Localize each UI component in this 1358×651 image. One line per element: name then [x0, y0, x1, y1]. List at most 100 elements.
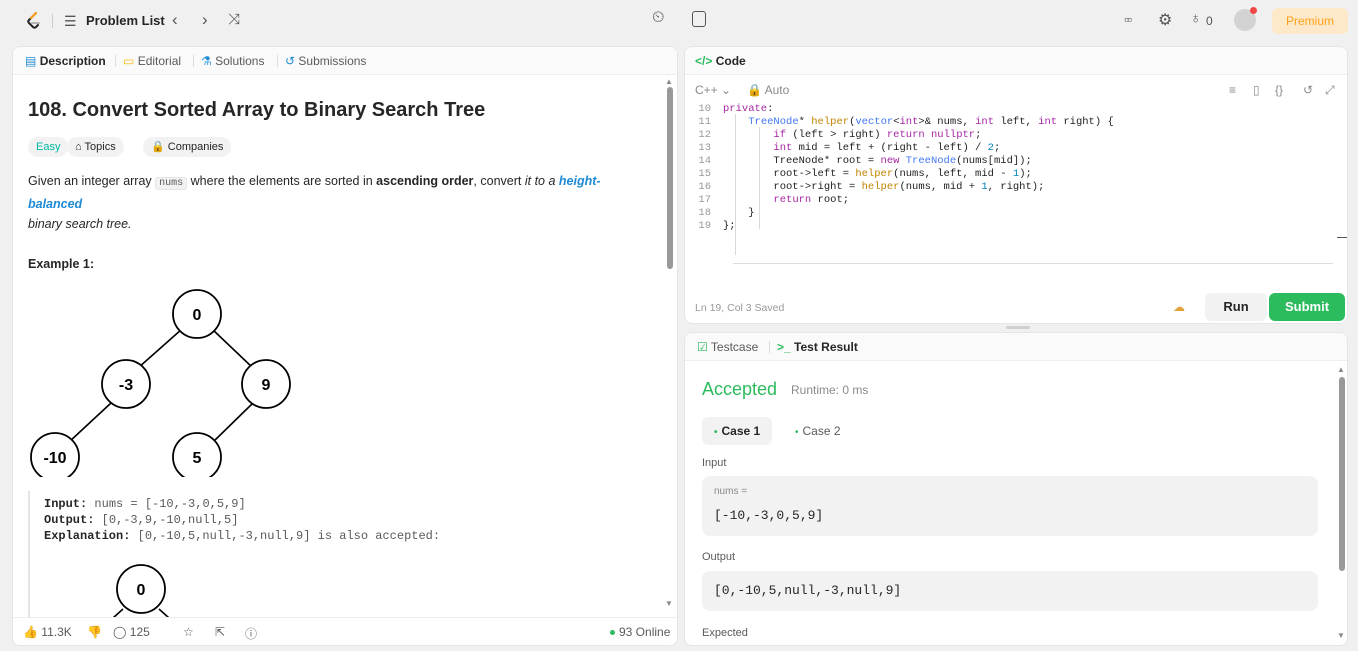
premium-button[interactable]: Premium — [1272, 8, 1348, 34]
leetcode-logo[interactable] — [24, 11, 44, 31]
io-value: [0,-3,9,-10,null,5] — [101, 513, 239, 527]
thumbs-down-icon[interactable]: 👎 — [87, 625, 102, 639]
code-line[interactable]: 13 int mid = left + (right - left) / 2; — [685, 142, 1000, 155]
code-token: (nums, left, mid - — [893, 168, 1013, 180]
scroll-down-arrow[interactable]: ▼ — [665, 599, 673, 608]
desc-text: Given an integer array — [28, 174, 156, 188]
resize-handle[interactable] — [1006, 326, 1030, 329]
online-dot — [610, 630, 615, 635]
format-icon[interactable]: ≡ — [1229, 83, 1236, 97]
problem-description: Given an integer array nums where the el… — [28, 171, 648, 234]
list-icon[interactable]: ☰ — [64, 13, 77, 30]
tab-solutions[interactable]: ⚗ Solutions — [201, 54, 264, 68]
description-tabbar: ▤ Description ▭ Editorial ⚗ Solutions ↺ … — [13, 47, 677, 75]
code-line[interactable]: 11 TreeNode* helper(vector<int>& nums, i… — [685, 116, 1113, 129]
desc-text: , convert — [473, 174, 525, 188]
auto-mode[interactable]: 🔒 Auto — [747, 83, 789, 97]
scroll-up-arrow[interactable]: ▲ — [665, 77, 673, 86]
code-token: mid = left + (right - left) / — [792, 142, 988, 154]
line-number: 10 — [698, 103, 711, 115]
io-value: nums = [-10,-3,0,5,9] — [94, 497, 246, 511]
expand-icon[interactable]: ⤢ — [1325, 83, 1335, 98]
code-line[interactable]: 19}; — [685, 220, 735, 233]
tab-test-result[interactable]: >_ Test Result — [777, 340, 858, 354]
help-icon[interactable]: ⓘ — [245, 625, 257, 642]
code-line[interactable]: 18 } — [685, 207, 754, 220]
timer-icon[interactable]: ⏲ — [652, 9, 664, 27]
topics-chip[interactable]: ⌂ Topics — [67, 137, 124, 157]
braces-icon[interactable]: {} — [1275, 83, 1283, 97]
divider — [769, 341, 770, 353]
code-token: private — [723, 103, 768, 115]
tab-testcase[interactable]: ☑ Testcase — [697, 340, 758, 354]
scrollbar-thumb[interactable] — [667, 87, 673, 269]
example-tree-image: 0 -3 9 -10 5 — [30, 289, 291, 477]
input-value: [-10,-3,0,5,9] — [714, 508, 824, 523]
submit-button[interactable]: Submit — [1269, 293, 1345, 321]
language-select[interactable]: C++ ⌄ — [695, 83, 731, 97]
divider — [193, 55, 194, 67]
chevron-left-icon[interactable]: ‹ — [172, 10, 178, 30]
case-2-tab[interactable]: • Case 2 — [783, 417, 853, 445]
bookmark-icon[interactable]: ▯ — [1253, 83, 1260, 97]
pass-dot: • — [795, 427, 799, 438]
line-number: 12 — [698, 129, 711, 141]
star-icon[interactable]: ☆ — [183, 625, 194, 639]
companies-chip[interactable]: 🔒 Companies — [143, 137, 232, 157]
comment-icon: ◯ — [113, 625, 127, 639]
comment-count: 125 — [129, 625, 150, 639]
code-token: helper — [855, 168, 894, 180]
line-number: 11 — [698, 116, 711, 128]
code-line[interactable]: 15 root->left = helper(nums, left, mid -… — [685, 168, 1031, 181]
share-icon[interactable]: ⇱ — [215, 625, 225, 639]
difficulty-badge: Easy — [28, 137, 69, 157]
code-line[interactable]: 17 return root; — [685, 194, 849, 207]
tab-description[interactable]: ▤ Description — [25, 54, 106, 68]
pass-dot: • — [714, 427, 718, 438]
output-value: [0,-10,5,null,-3,null,9] — [714, 583, 902, 598]
gear-icon[interactable]: ⚙ — [1158, 10, 1172, 30]
scroll-down-arrow[interactable]: ▼ — [1337, 631, 1345, 640]
scroll-up-arrow[interactable]: ▲ — [1337, 365, 1345, 374]
lock-icon: 🔒 — [151, 141, 165, 153]
divider — [52, 14, 53, 28]
hint-icon[interactable]: ☁ — [1173, 300, 1185, 314]
code-line[interactable]: 10 private: — [685, 103, 773, 116]
notes-icon[interactable] — [692, 11, 706, 27]
chevron-down-icon: ⌄ — [721, 83, 732, 97]
scrollbar-thumb[interactable] — [1337, 237, 1347, 238]
description-panel: ▤ Description ▭ Editorial ⚗ Solutions ↺ … — [12, 46, 678, 646]
case-label: Case 1 — [721, 424, 761, 438]
scrollbar-thumb[interactable] — [1339, 377, 1345, 571]
case-label: Case 2 — [802, 424, 841, 438]
fire-icon[interactable]: ♁ — [1190, 10, 1201, 27]
tab-code[interactable]: </> Code — [695, 54, 746, 68]
output-box: [0,-10,5,null,-3,null,9] — [702, 571, 1318, 611]
example-title: Example 1: — [28, 257, 95, 271]
code-editor[interactable]: 10 private: 11 TreeNode* helper(vector<int… — [685, 103, 1335, 283]
runtime: Runtime: 0 ms — [791, 383, 869, 397]
io-value: [0,-10,5,null,-3,null,9] is also accepte… — [137, 529, 441, 543]
reset-icon[interactable]: ↺ — [1303, 83, 1313, 97]
like-button[interactable]: 👍 11.3K — [23, 625, 72, 639]
code-line[interactable]: 12 if (left > right) return nullptr; — [685, 129, 981, 142]
tab-submissions[interactable]: ↺ Submissions — [285, 54, 366, 68]
horizontal-rule — [733, 263, 1333, 264]
node-label: 9 — [262, 377, 271, 394]
case-1-tab[interactable]: • Case 1 — [702, 417, 773, 445]
run-button[interactable]: Run — [1205, 293, 1267, 321]
shuffle-icon[interactable]: ⤨ — [228, 11, 240, 28]
code-line[interactable]: 14 TreeNode* root = new TreeNode(nums[mi… — [685, 155, 1031, 168]
language-label: C++ — [695, 83, 718, 97]
lock-icon: 🔒 — [747, 83, 762, 97]
chevron-right-icon[interactable]: › — [202, 10, 208, 30]
problem-list-link[interactable]: Problem List — [86, 13, 165, 28]
tab-editorial[interactable]: ▭ Editorial — [123, 54, 181, 68]
chip-label: Topics — [84, 141, 116, 153]
comments-button[interactable]: ◯ 125 — [113, 625, 150, 639]
grid-icon[interactable]: ▫▫ — [1124, 11, 1132, 27]
inline-code: nums — [155, 177, 188, 190]
code-line[interactable]: 16 root->right = helper(nums, mid + 1, r… — [685, 181, 1044, 194]
code-token: int — [975, 116, 995, 128]
